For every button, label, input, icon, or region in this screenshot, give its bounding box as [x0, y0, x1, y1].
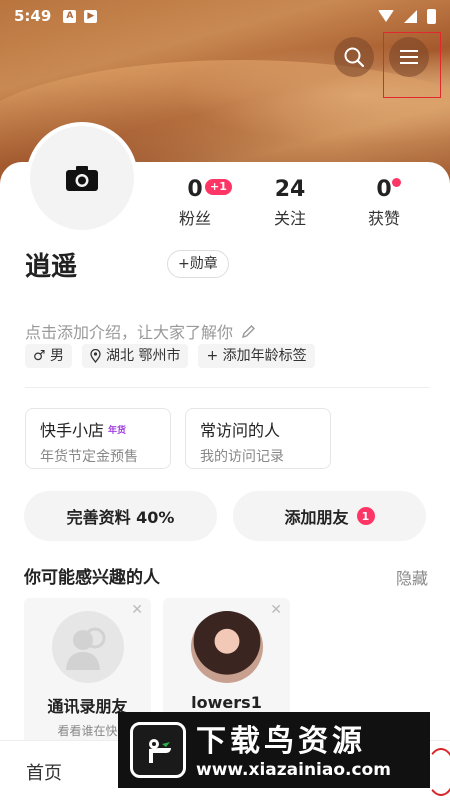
contacts-people-icon: [65, 627, 105, 670]
likes-dot: [392, 178, 401, 187]
shop-subtitle: 年货节定金预售: [40, 449, 138, 465]
signal-icon: [404, 9, 417, 23]
location-tag-label: 湖北 鄂州市: [106, 348, 181, 364]
add-medal-button[interactable]: +勋章: [167, 250, 229, 278]
visitors-card[interactable]: 常访问的人 我的访问记录: [185, 408, 331, 469]
notification-play-icon: ▶: [84, 9, 98, 23]
watermark-url: www.xiazainiao.com: [196, 760, 391, 780]
visitors-subtitle: 我的访问记录: [200, 449, 284, 465]
contacts-avatar: [51, 611, 124, 683]
add-age-tag-label: + 添加年龄标签: [206, 348, 307, 364]
battery-icon: [427, 8, 436, 24]
watermark-title: 下载鸟资源: [196, 724, 366, 759]
suggestion-name: lowers1: [191, 693, 262, 712]
tab-home[interactable]: 首页: [26, 759, 62, 785]
watermark-logo: [130, 722, 186, 778]
complete-profile-label: 完善资料 40%: [66, 508, 175, 527]
suggestions-title: 你可能感兴趣的人: [24, 568, 160, 588]
following-label: 关注: [273, 209, 306, 228]
intro-field[interactable]: 点击添加介绍，让大家了解你: [25, 319, 256, 343]
add-friends-label: 添加朋友: [284, 508, 349, 527]
stat-likes[interactable]: 0 获赞: [344, 176, 424, 229]
wifi-icon: [378, 10, 394, 22]
complete-profile-button[interactable]: 完善资料 40%: [24, 491, 217, 541]
gender-tag-label: ♂ 男: [33, 348, 65, 364]
profile-screen: 5:49 A ▶ 0 粉丝 +1 24 关注 0 获赞 逍遥 +勋章 点击添加介…: [0, 0, 450, 800]
red-annotation-mark: [426, 748, 450, 796]
fans-badge: +1: [205, 179, 232, 195]
following-count: 24: [274, 177, 306, 202]
user-name: 逍遥: [25, 252, 78, 282]
add-friends-button[interactable]: 添加朋友 1: [233, 491, 426, 541]
fans-label: 粉丝: [178, 209, 211, 228]
hide-suggestions-button[interactable]: 隐藏: [396, 565, 428, 589]
location-tag[interactable]: 湖北 鄂州市: [82, 344, 189, 368]
profile-tags: ♂ 男 湖北 鄂州市 + 添加年龄标签: [25, 344, 315, 368]
bird-logo-icon: [149, 739, 171, 763]
close-icon[interactable]: ✕: [131, 602, 143, 618]
search-icon: [344, 47, 365, 68]
notification-a-icon: A: [63, 9, 77, 23]
search-button[interactable]: [334, 37, 374, 77]
location-pin-icon: [90, 349, 101, 363]
watermark: 下载鸟资源 www.xiazainiao.com: [118, 712, 430, 788]
divider: [25, 387, 430, 388]
likes-count: 0: [376, 177, 392, 202]
status-bar: 5:49 A ▶: [0, 0, 450, 32]
intro-placeholder: 点击添加介绍，让大家了解你: [25, 323, 234, 342]
add-age-tag[interactable]: + 添加年龄标签: [198, 344, 315, 368]
shop-tag: 年货: [108, 425, 127, 436]
avatar[interactable]: [26, 122, 138, 234]
add-friends-badge: 1: [356, 507, 375, 525]
gender-tag[interactable]: ♂ 男: [25, 344, 73, 368]
camera-icon: [66, 166, 98, 191]
user-avatar-photo: [190, 611, 263, 683]
shop-card[interactable]: 快手小店 年货 年货节定金预售: [25, 408, 171, 469]
close-icon[interactable]: ✕: [270, 602, 282, 618]
status-time: 5:49: [14, 7, 52, 25]
shop-title: 快手小店: [40, 421, 105, 440]
edit-pencil-icon: [242, 325, 256, 339]
menu-highlight-box: [383, 32, 441, 98]
stat-following[interactable]: 24 关注: [250, 176, 330, 229]
visitors-title: 常访问的人: [200, 421, 281, 440]
likes-label: 获赞: [367, 209, 400, 228]
